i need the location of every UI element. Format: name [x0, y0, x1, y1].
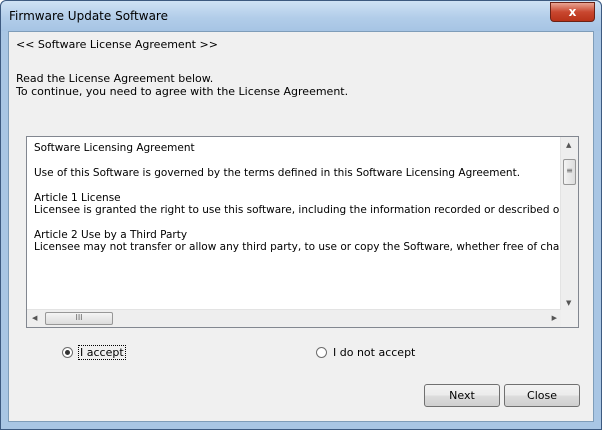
intro-line-1: Read the License Agreement below. — [16, 72, 214, 85]
page-heading: << Software License Agreement >> — [16, 38, 218, 51]
decline-option[interactable]: I do not accept — [316, 346, 415, 359]
accept-radio[interactable] — [62, 347, 73, 358]
article-1-title: Article 1 License — [34, 192, 121, 204]
decline-radio[interactable] — [316, 347, 327, 358]
intro-line-2: To continue, you need to agree with the … — [16, 85, 349, 98]
license-textbox[interactable]: Software Licensing Agreement Use of this… — [26, 136, 579, 328]
next-button[interactable]: Next — [424, 384, 500, 407]
article-2: Article 2 Use by a Third Party Licensee … — [34, 229, 559, 253]
accept-option[interactable]: I accept — [62, 345, 126, 360]
close-icon: x — [568, 5, 577, 19]
scrollbar-corner — [561, 310, 578, 327]
horizontal-scrollbar[interactable]: ◀ III ▶ — [27, 309, 561, 327]
intro-text: Read the License Agreement below. To con… — [16, 72, 348, 98]
window-title: Firmware Update Software — [9, 9, 168, 23]
scroll-right-icon[interactable]: ▶ — [552, 314, 557, 322]
title-bar[interactable]: Firmware Update Software x — [1, 1, 601, 31]
accept-label[interactable]: I accept — [78, 345, 126, 360]
vertical-scroll-thumb[interactable]: ≡ — [563, 159, 576, 185]
article-2-title: Article 2 Use by a Third Party — [34, 229, 188, 241]
license-intro-paragraph: Use of this Software is governed by the … — [34, 167, 521, 179]
license-text: Software Licensing Agreement Use of this… — [34, 142, 559, 266]
decline-label[interactable]: I do not accept — [333, 346, 415, 359]
article-2-text: Licensee may not transfer or allow any t… — [34, 241, 559, 253]
scroll-up-icon[interactable]: ▲ — [566, 141, 571, 149]
scroll-down-icon[interactable]: ▼ — [566, 299, 571, 307]
article-1-text: Licensee is granted the right to use thi… — [34, 204, 559, 216]
window-close-button[interactable]: x — [550, 2, 595, 22]
license-title: Software Licensing Agreement — [34, 142, 195, 154]
grip-icon: III — [75, 313, 83, 322]
grip-icon: ≡ — [566, 166, 573, 175]
vertical-scrollbar[interactable]: ▲ ≡ ▼ — [560, 137, 578, 310]
article-1: Article 1 License Licensee is granted th… — [34, 192, 559, 216]
scroll-left-icon[interactable]: ◀ — [32, 314, 37, 322]
horizontal-scroll-thumb[interactable]: III — [45, 312, 113, 325]
close-button[interactable]: Close — [504, 384, 580, 407]
